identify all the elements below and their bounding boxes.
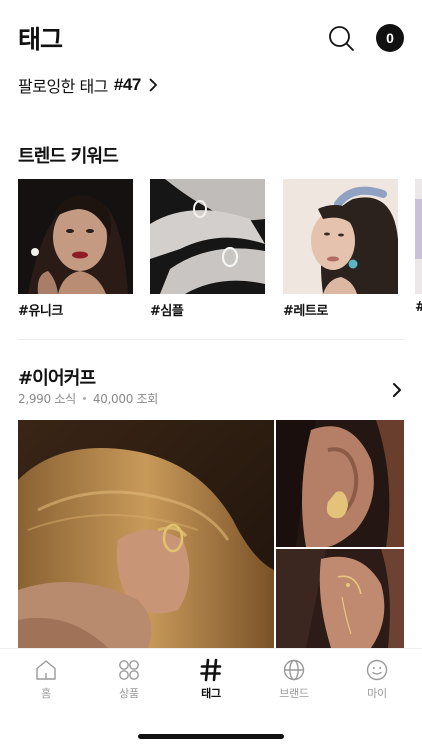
trend-label: #레트로: [283, 304, 328, 319]
trend-label: #심플: [150, 304, 184, 319]
featured-tag-title[interactable]: #이어커프: [18, 364, 96, 390]
section-divider: [18, 339, 404, 340]
home-icon: [36, 660, 56, 680]
cart-count-badge[interactable]: 0: [376, 24, 404, 52]
featured-tag-posts: 2,990 소식: [18, 392, 76, 406]
chevron-right-icon: [149, 78, 157, 92]
home-indicator: [138, 734, 284, 739]
chevron-right-icon: [393, 383, 401, 397]
trend-image-unique: [18, 179, 133, 294]
smile-icon: [366, 659, 388, 681]
featured-tag-gallery: [18, 420, 404, 648]
trend-card-simple[interactable]: #심플: [150, 179, 265, 319]
gallery-image-main[interactable]: [18, 420, 274, 648]
tab-label: 태그: [201, 687, 221, 700]
trend-card-retro[interactable]: #레트로: [283, 179, 398, 319]
globe-icon: [283, 659, 305, 681]
trend-keywords-title: 트렌드 키워드: [18, 146, 119, 167]
tab-label: 상품: [119, 687, 139, 700]
featured-tag-views: 40,000 조회: [92, 392, 159, 406]
featured-tag-stats: 2,990 소식 40,000 조회: [18, 390, 158, 407]
tab-label: 홈: [41, 687, 51, 700]
gallery-image-ear-cuff[interactable]: [276, 549, 404, 648]
trend-image-partial: [415, 179, 422, 294]
page-title: 태그: [18, 25, 63, 54]
trend-card-unique[interactable]: #유니크: [18, 179, 133, 319]
following-tags-count: #47: [113, 75, 141, 94]
tab-label: 마이: [367, 687, 387, 700]
tab-tags[interactable]: 태그: [183, 658, 239, 701]
tab-brands[interactable]: 브랜드: [266, 658, 322, 701]
trend-card-partial[interactable]: #: [415, 179, 422, 315]
tab-home[interactable]: 홈: [18, 658, 74, 701]
trend-label: #유니크: [18, 304, 63, 319]
following-tags-link[interactable]: 팔로잉한 태그 #47: [18, 74, 158, 96]
separator-dot: [82, 397, 86, 400]
trend-image-simple: [150, 179, 265, 294]
gallery-image-ear[interactable]: [276, 420, 404, 547]
search-icon: [329, 26, 354, 51]
trend-image-retro: [283, 179, 398, 294]
tab-my[interactable]: 마이: [349, 658, 405, 701]
trend-label: #: [415, 300, 422, 315]
tab-label: 브랜드: [279, 687, 309, 700]
hash-icon: [200, 658, 222, 682]
following-tags-label: 팔로잉한 태그: [18, 77, 108, 96]
grid-circles-icon: [119, 660, 139, 680]
app-header: 태그 0: [0, 0, 422, 72]
tab-products[interactable]: 상품: [101, 658, 157, 701]
search-button[interactable]: [327, 24, 355, 52]
trend-keywords-carousel[interactable]: #유니크 #심플 #레트로: [18, 179, 422, 319]
featured-tag-more-button[interactable]: [390, 381, 404, 399]
